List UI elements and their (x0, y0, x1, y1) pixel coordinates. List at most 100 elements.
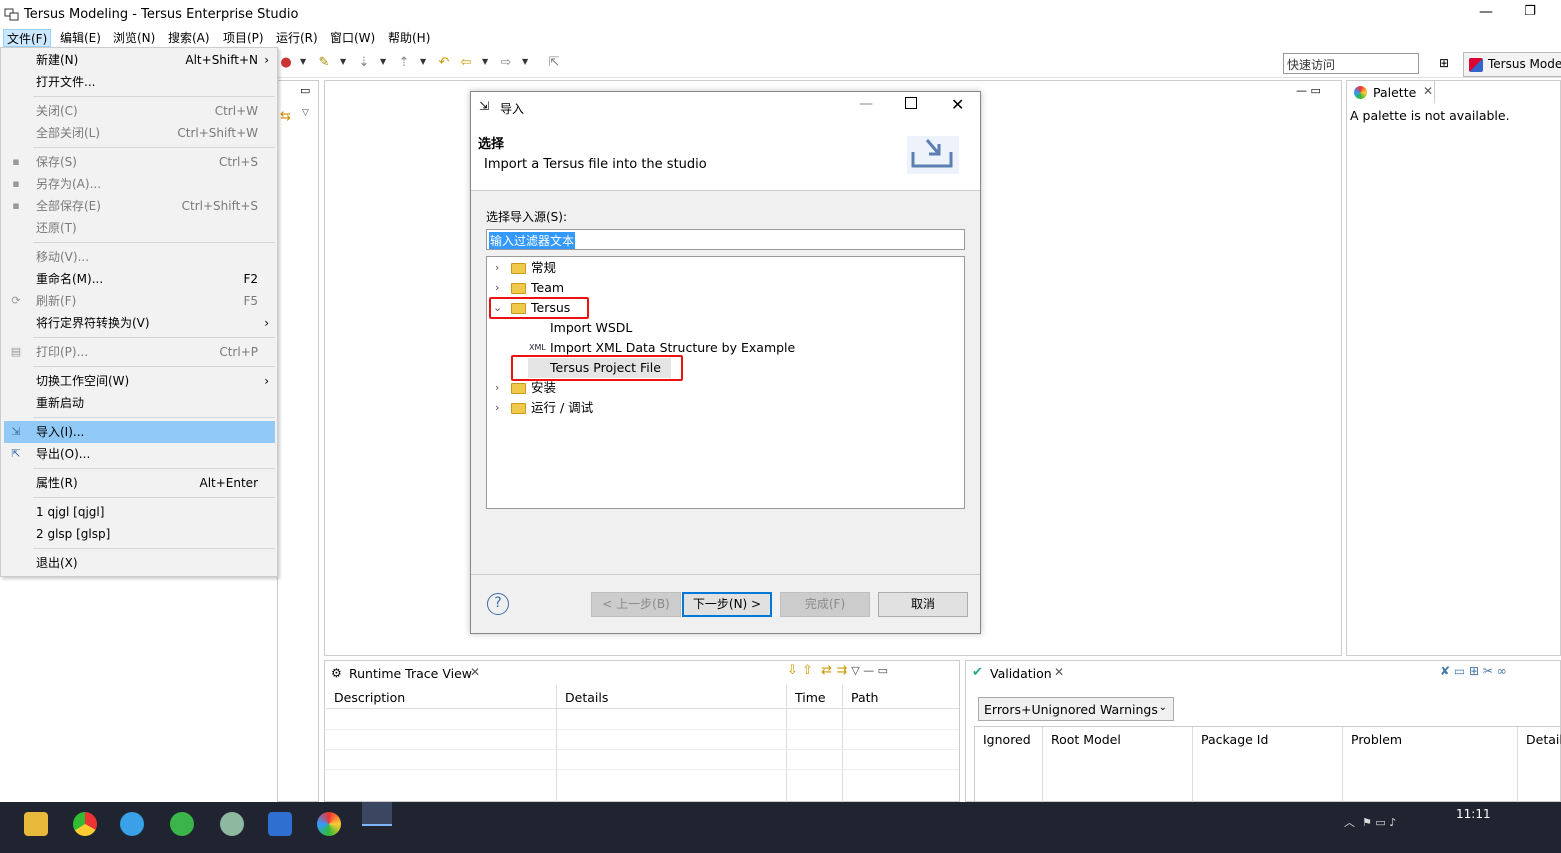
menu-navigate[interactable]: 浏览(N) (110, 29, 158, 47)
table-row (326, 769, 959, 770)
system-tray-icons[interactable]: ︿ ⚑ ▭ ♪ (1344, 814, 1396, 830)
menu-item-close[interactable]: 关闭(C) Ctrl+W (4, 100, 275, 122)
run-icon[interactable]: ● (278, 55, 294, 71)
chevron-down-icon[interactable]: ▼ (522, 57, 528, 66)
chevron-down-icon[interactable]: ▼ (380, 57, 386, 66)
help-icon[interactable]: ? (487, 593, 509, 615)
tab-palette[interactable]: Palette ✕ (1349, 81, 1435, 103)
editor-minmax-icon[interactable]: — ▭ (1296, 84, 1321, 97)
tool-icon[interactable]: ✎ (316, 55, 332, 71)
chevron-right-icon: › (495, 261, 500, 274)
close-icon[interactable]: ✕ (470, 665, 480, 679)
cancel-button[interactable]: 取消 (878, 592, 968, 617)
dialog-description: Import a Tersus file into the studio (484, 157, 707, 172)
menu-item-save-all[interactable]: ▪ 全部保存(E) Ctrl+Shift+S (4, 195, 275, 217)
menu-edit[interactable]: 编辑(E) (57, 29, 104, 47)
column-path[interactable]: Path (843, 685, 959, 803)
filter-input[interactable]: 输入过滤器文本 (486, 229, 965, 250)
menu-item-new[interactable]: 新建(N) Alt+Shift+N › (4, 49, 275, 71)
chevron-down-icon[interactable]: ▼ (300, 57, 306, 66)
menu-item-save-as[interactable]: ▪ 另存为(A)... (4, 173, 275, 195)
next-annotation-icon[interactable]: ⇣ (356, 55, 372, 71)
column-problem[interactable]: Problem (1343, 727, 1518, 802)
validation-table: Ignored Root Model Package Id Problem De… (974, 726, 1561, 803)
column-description[interactable]: Description (326, 685, 557, 803)
menu-search[interactable]: 搜索(A) (165, 29, 213, 47)
menu-item-switch-workspace[interactable]: 切换工作空间(W) › (4, 370, 275, 392)
refresh-icon: ⟳ (11, 294, 21, 307)
menu-item-exit[interactable]: 退出(X) (4, 552, 275, 574)
trace-toolbar-icons[interactable]: ⇩ ⇧ ⇄ ⇉ ▽ — ▭ (787, 663, 888, 678)
menu-file[interactable]: 文件(F) (3, 29, 52, 47)
menu-item-properties[interactable]: 属性(R) Alt+Enter (4, 472, 275, 494)
column-root-model[interactable]: Root Model (1043, 727, 1193, 802)
close-icon[interactable]: ✕ (1054, 665, 1064, 679)
tab-validation[interactable]: ✔ Validation ✕ (968, 662, 1072, 684)
menu-help[interactable]: 帮助(H) (385, 29, 433, 47)
perspective-label: Tersus Modeling (1488, 57, 1561, 71)
menu-item-close-all[interactable]: 全部关闭(L) Ctrl+Shift+W (4, 122, 275, 144)
menu-item-revert[interactable]: 还原(T) (4, 217, 275, 239)
menu-item-export[interactable]: ⇱ 导出(O)... (4, 443, 275, 465)
trace-table-header: Description Details Time Path (326, 685, 959, 803)
minimize-icon[interactable]: — (859, 96, 873, 112)
menu-item-rename[interactable]: 重命名(M)... F2 (4, 268, 275, 290)
minimize-button[interactable]: — (1476, 4, 1496, 24)
paint-icon[interactable] (317, 812, 341, 836)
search-icon[interactable] (120, 812, 144, 836)
menu-item-open-file[interactable]: 打开文件... (4, 71, 275, 93)
tab-runtime-trace[interactable]: ⚙ Runtime Trace View ✕ (327, 662, 487, 684)
menu-item-move[interactable]: 移动(V)... (4, 246, 275, 268)
next-button[interactable]: 下一步(N) > (682, 592, 772, 617)
perspective-tersus-modeling[interactable]: Tersus Modeling (1463, 52, 1561, 77)
finish-button[interactable]: 完成(F) (780, 592, 870, 617)
menu-item-recent-glsp[interactable]: 2 glsp [glsp] (4, 523, 275, 545)
vs-icon[interactable] (268, 812, 292, 836)
restore-button[interactable]: ❐ (1520, 4, 1540, 24)
menu-project[interactable]: 项目(P) (220, 29, 267, 47)
column-details[interactable]: Details (557, 685, 787, 803)
column-time[interactable]: Time (787, 685, 843, 803)
chrome-icon[interactable] (73, 812, 97, 836)
maximize-icon[interactable]: ▭ (300, 84, 310, 97)
pin-editor-icon[interactable]: ⇱ (546, 55, 562, 71)
close-icon[interactable]: ✕ (951, 95, 964, 114)
menu-item-recent-qjgl[interactable]: 1 qjgl [qjgl] (4, 501, 275, 523)
tersus-taskbar-button[interactable] (362, 802, 392, 826)
column-ignored[interactable]: Ignored (975, 727, 1043, 802)
menu-item-print[interactable]: ▤ 打印(P)... Ctrl+P (4, 341, 275, 363)
last-edit-icon[interactable]: ↶ (436, 55, 452, 71)
chevron-down-icon[interactable]: ▼ (420, 57, 426, 66)
close-icon[interactable]: ✕ (1423, 84, 1433, 98)
prev-annotation-icon[interactable]: ⇡ (396, 55, 412, 71)
column-package-id[interactable]: Package Id (1193, 727, 1343, 802)
menu-item-restart[interactable]: 重新启动 (4, 392, 275, 414)
forward-icon[interactable]: ⇨ (498, 55, 514, 71)
chevron-down-icon[interactable]: ▼ (340, 57, 346, 66)
menu-run[interactable]: 运行(R) (273, 29, 321, 47)
quick-access-input[interactable]: 快速访问 (1283, 53, 1419, 74)
menu-window[interactable]: 窗口(W) (327, 29, 378, 47)
menu-item-import[interactable]: ⇲ 导入(I)... (4, 421, 275, 443)
file-menu-dropdown: 新建(N) Alt+Shift+N › 打开文件... 关闭(C) Ctrl+W 全部… (0, 47, 278, 577)
menu-item-convert-line-delimiters[interactable]: 将行定界符转换为(V) › (4, 312, 275, 334)
back-button[interactable]: < 上一步(B) (591, 592, 681, 617)
wechat-icon[interactable] (170, 812, 194, 836)
menu-item-refresh[interactable]: ⟳ 刷新(F) F5 (4, 290, 275, 312)
app-icon[interactable] (220, 812, 244, 836)
back-icon[interactable]: ⇦ (458, 55, 474, 71)
menu-item-save[interactable]: ▪ 保存(S) Ctrl+S (4, 151, 275, 173)
runtime-trace-panel: ⚙ Runtime Trace View ✕ ⇩ ⇧ ⇄ ⇉ ▽ — ▭ Des… (324, 660, 960, 803)
chevron-down-icon[interactable]: ▼ (482, 57, 488, 66)
validation-toolbar-icons[interactable]: ✘ ▭ ⊞ ✂ ∞ (1440, 664, 1507, 678)
file-explorer-icon[interactable] (24, 812, 48, 836)
maximize-icon[interactable] (905, 97, 917, 109)
dialog-title-bar: ⇲ 导入 — ✕ (471, 92, 980, 122)
column-details[interactable]: Details (1518, 727, 1561, 802)
open-perspective-icon[interactable]: ⊞ (1436, 56, 1452, 72)
validation-filter-select[interactable]: Errors+Unignored Warnings ⌄ (978, 697, 1174, 721)
chevron-right-icon: › (264, 374, 269, 388)
link-icon[interactable]: ⇆ (280, 109, 291, 124)
view-menu-icon[interactable]: ▽ (302, 108, 309, 118)
palette-tab-label: Palette (1373, 85, 1417, 100)
